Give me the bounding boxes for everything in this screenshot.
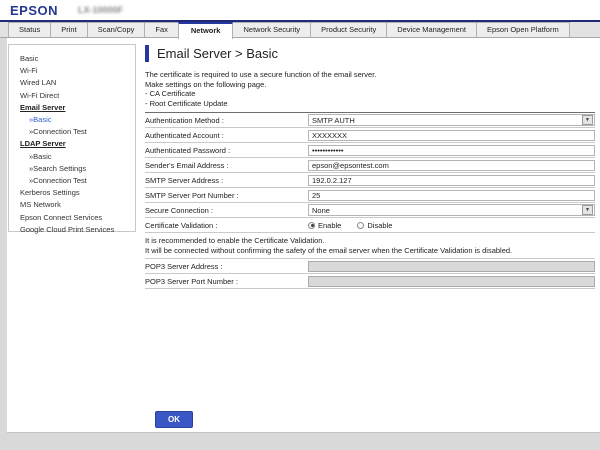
field-label: Authenticated Password : — [145, 146, 308, 155]
sidebar-item-email-server-connection-test[interactable]: »Connection Test — [9, 126, 135, 138]
pop3-server-port-number-input — [308, 276, 595, 287]
radio-selected-icon[interactable] — [308, 222, 315, 229]
form-row-authentication-method: Authentication Method : SMTP AUTH ▼ — [145, 113, 595, 128]
printer-model: LX-10000F — [78, 5, 123, 15]
field-label: SMTP Server Address : — [145, 176, 308, 185]
sidebar-item-basic[interactable]: Basic — [9, 53, 135, 65]
select-value: SMTP AUTH — [309, 116, 355, 125]
email-server-form: Authentication Method : SMTP AUTH ▼ Auth… — [145, 112, 595, 289]
field-label: SMTP Server Port Number : — [145, 191, 308, 200]
authenticated-account-input[interactable] — [308, 130, 595, 141]
tab-product-security[interactable]: Product Security — [310, 22, 387, 37]
tab-print[interactable]: Print — [50, 22, 87, 37]
form-row-pop3-server-address: POP3 Server Address : — [145, 259, 595, 274]
dropdown-arrow-icon[interactable]: ▼ — [582, 205, 593, 215]
dropdown-arrow-icon[interactable]: ▼ — [582, 115, 593, 125]
select-value: None — [309, 206, 330, 215]
form-row-certificate-validation: Certificate Validation : Enable Disable — [145, 218, 595, 233]
description-line: - Root Certificate Update — [145, 99, 595, 109]
form-row-secure-connection: Secure Connection : None ▼ — [145, 203, 595, 218]
page-description: The certificate is required to use a sec… — [145, 70, 595, 108]
tab-scan-copy[interactable]: Scan/Copy — [87, 22, 146, 37]
certificate-validation-note: It is recommended to enable the Certific… — [145, 233, 595, 259]
form-row-smtp-server-port-number: SMTP Server Port Number : — [145, 188, 595, 203]
authenticated-password-input[interactable] — [308, 145, 595, 156]
sidebar-item-ms-network[interactable]: MS Network — [9, 199, 135, 211]
field-label: Sender's Email Address : — [145, 161, 308, 170]
form-row-senders-email-address: Sender's Email Address : — [145, 158, 595, 173]
tab-network[interactable]: Network — [178, 22, 234, 39]
authentication-method-select[interactable]: SMTP AUTH ▼ — [308, 114, 595, 126]
form-row-pop3-server-port-number: POP3 Server Port Number : — [145, 274, 595, 289]
sidebar-item-kerberos-settings[interactable]: Kerberos Settings — [9, 187, 135, 199]
certificate-validation-disable-radio[interactable]: Disable — [357, 221, 392, 230]
sidebar-item-ldap-connection-test[interactable]: »Connection Test — [9, 175, 135, 187]
app-header: EPSON LX-10000F — [0, 0, 600, 20]
form-row-authenticated-password: Authenticated Password : — [145, 143, 595, 158]
main-content: Email Server > Basic The certificate is … — [145, 45, 595, 289]
field-label: POP3 Server Port Number : — [145, 277, 308, 286]
page-title: Email Server > Basic — [157, 46, 278, 61]
radio-label: Disable — [367, 221, 392, 230]
sidebar-item-wifi-direct[interactable]: Wi-Fi Direct — [9, 90, 135, 102]
page-title-row: Email Server > Basic — [145, 45, 595, 62]
note-line: It is recommended to enable the Certific… — [145, 236, 595, 246]
pop3-server-address-input — [308, 261, 595, 272]
epson-logo: EPSON — [10, 3, 58, 18]
tab-device-management[interactable]: Device Management — [386, 22, 477, 37]
sidebar-item-ldap-basic[interactable]: »Basic — [9, 151, 135, 163]
certificate-validation-radio-group: Enable Disable — [308, 221, 392, 230]
smtp-server-port-number-input[interactable] — [308, 190, 595, 201]
title-accent-bar — [145, 45, 149, 62]
smtp-server-address-input[interactable] — [308, 175, 595, 186]
tab-epson-open-platform[interactable]: Epson Open Platform — [476, 22, 570, 37]
tab-fax[interactable]: Fax — [144, 22, 179, 37]
description-line: The certificate is required to use a sec… — [145, 70, 595, 80]
sidebar-item-email-server[interactable]: Email Server — [9, 102, 135, 114]
field-label: Authentication Method : — [145, 116, 308, 125]
tab-network-security[interactable]: Network Security — [232, 22, 311, 37]
radio-unselected-icon[interactable] — [357, 222, 364, 229]
certificate-validation-enable-radio[interactable]: Enable — [308, 221, 341, 230]
tab-status[interactable]: Status — [8, 22, 51, 37]
field-label: Secure Connection : — [145, 206, 308, 215]
sidebar-item-email-server-basic[interactable]: »Basic — [9, 114, 135, 126]
sidebar-item-wired-lan[interactable]: Wired LAN — [9, 77, 135, 89]
tab-bar: Status Print Scan/Copy Fax Network Netwo… — [0, 22, 600, 38]
description-line: - CA Certificate — [145, 89, 595, 99]
description-line: Make settings on the following page. — [145, 80, 595, 90]
secure-connection-select[interactable]: None ▼ — [308, 204, 595, 216]
radio-label: Enable — [318, 221, 341, 230]
sidebar-item-ldap-search-settings[interactable]: »Search Settings — [9, 163, 135, 175]
sidebar-item-wifi[interactable]: Wi-Fi — [9, 65, 135, 77]
form-row-smtp-server-address: SMTP Server Address : — [145, 173, 595, 188]
field-label: POP3 Server Address : — [145, 262, 308, 271]
sidebar-item-ldap-server[interactable]: LDAP Server — [9, 138, 135, 150]
form-row-authenticated-account: Authenticated Account : — [145, 128, 595, 143]
senders-email-address-input[interactable] — [308, 160, 595, 171]
sidebar-nav: Basic Wi-Fi Wired LAN Wi-Fi Direct Email… — [8, 44, 136, 232]
ok-button[interactable]: OK — [155, 411, 193, 428]
field-label: Certificate Validation : — [145, 221, 308, 230]
sidebar-item-google-cloud-print-services[interactable]: Google Cloud Print Services — [9, 224, 135, 236]
sidebar-item-epson-connect-services[interactable]: Epson Connect Services — [9, 212, 135, 224]
note-line: It will be connected without confirming … — [145, 246, 595, 256]
field-label: Authenticated Account : — [145, 131, 308, 140]
